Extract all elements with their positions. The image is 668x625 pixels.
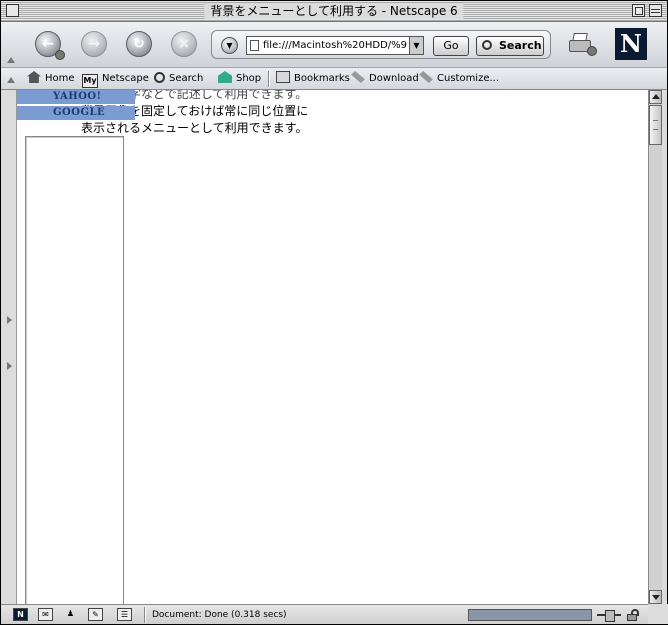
reload-button[interactable]: ↻ [126, 31, 152, 57]
shop-label: Shop [236, 73, 262, 84]
status-divider [144, 607, 146, 623]
text-line: 表示されるメニューとして利用できます。 [81, 121, 308, 135]
window-title: 背景をメニューとして利用する - Netscape 6 [204, 3, 464, 19]
navigator-icon[interactable]: N [13, 608, 28, 621]
magnifier-icon [482, 40, 492, 50]
lock-body [627, 614, 637, 621]
download-label: Download [369, 73, 419, 84]
stop-button[interactable]: × [171, 31, 197, 57]
bookmarks-label: Bookmarks [294, 73, 350, 84]
resize-corner-icon[interactable] [648, 604, 668, 624]
url-history-dropdown-icon[interactable]: ▼ [221, 37, 238, 54]
personal-toolbar-grip-icon[interactable] [7, 77, 15, 83]
netscape-logo[interactable]: N [615, 28, 647, 60]
reload-icon: ↻ [133, 36, 145, 52]
search-link[interactable]: Search [154, 71, 203, 87]
menu-link-yahoo[interactable]: YAHOO! [17, 90, 135, 104]
scroll-thumb[interactable] [649, 105, 662, 145]
forward-button[interactable]: → [81, 31, 107, 57]
status-bar: N ✉ ♟ ✎ ☰ Document: Done (0.318 secs) [1, 604, 667, 624]
download-link[interactable]: Download [351, 71, 419, 87]
composer-icon[interactable]: ✎ [88, 608, 103, 621]
scroll-up-arrow-icon[interactable] [649, 90, 662, 104]
browser-window: 背景をメニューとして利用する - Netscape 6 ← → ↻ × ▼ fi… [0, 0, 668, 625]
zoom-box-icon[interactable] [632, 4, 645, 17]
my-netscape-label: Netscape [102, 73, 149, 84]
shop-link[interactable]: Shop [218, 71, 261, 87]
title-bar[interactable]: 背景をメニューとして利用する - Netscape 6 [1, 1, 667, 22]
tag-icon [419, 71, 433, 83]
search-label: Search [169, 73, 204, 84]
sidebar-open-arrow-icon [7, 316, 12, 324]
menu-link-google[interactable]: GOOGLE [17, 106, 135, 120]
url-field[interactable]: file:///Macintosh%20HDD/%9 ▼ [246, 36, 424, 55]
security-lock-icon[interactable] [627, 609, 639, 621]
navigation-toolbar: ← → ↻ × ▼ file:///Macintosh%20HDD/%9 ▼ G… [1, 22, 667, 68]
toolbar-separator [268, 71, 270, 87]
home-label: Home [45, 73, 75, 84]
url-text: file:///Macintosh%20HDD/%9 [263, 40, 408, 51]
back-arrow-icon: ← [42, 36, 54, 52]
home-icon [27, 71, 41, 83]
tag-icon [351, 71, 365, 83]
instant-messenger-icon[interactable]: ♟ [63, 608, 78, 621]
menu-frame-border [25, 136, 124, 604]
vertical-scrollbar[interactable] [648, 90, 662, 604]
scroll-down-arrow-icon[interactable] [649, 590, 662, 604]
my-netscape-link[interactable]: My Netscape [82, 71, 149, 88]
bookmarks-menu[interactable]: Bookmarks [276, 71, 350, 87]
print-button[interactable] [567, 32, 597, 56]
url-dropdown-icon[interactable]: ▼ [409, 37, 423, 54]
fixed-background-menu: YAHOO! GOOGLE [17, 90, 135, 120]
online-offline-icon[interactable] [597, 609, 621, 622]
back-history-dropdown-icon[interactable] [55, 50, 65, 60]
status-text: Document: Done (0.318 secs) [152, 610, 287, 620]
stop-icon: × [178, 36, 190, 52]
back-button[interactable]: ← [35, 31, 65, 60]
address-book-icon[interactable]: ☰ [117, 608, 132, 621]
progress-bar [468, 609, 592, 621]
toolbar-grip-icon[interactable] [7, 57, 15, 63]
my-netscape-icon: My [82, 74, 98, 88]
page-content: ールに文字などで記述して利用できます。 背景画像を固定しておけば常に同じ位置に … [17, 90, 648, 604]
collapse-box-icon[interactable] [649, 4, 662, 17]
print-dropdown-icon[interactable] [587, 46, 597, 56]
customize-link[interactable]: Customize... [419, 71, 499, 87]
mail-icon[interactable]: ✉ [38, 608, 53, 621]
forward-arrow-icon: → [88, 36, 100, 52]
search-button-label: Search [499, 39, 542, 52]
customize-label: Customize... [437, 73, 500, 84]
sidebar-grippy[interactable] [1, 90, 17, 604]
home-link[interactable]: Home [27, 71, 75, 87]
close-box-icon[interactable] [6, 4, 19, 17]
go-button[interactable]: Go [433, 36, 469, 56]
search-button[interactable]: Search [476, 36, 544, 56]
folder-icon [276, 71, 290, 83]
personal-toolbar: Home My Netscape Search Shop Bookmarks Do… [1, 68, 667, 90]
sidebar-open-arrow-icon [7, 362, 12, 370]
page-proxy-icon[interactable] [250, 40, 259, 51]
shop-icon [218, 71, 232, 83]
search-icon [154, 72, 165, 83]
